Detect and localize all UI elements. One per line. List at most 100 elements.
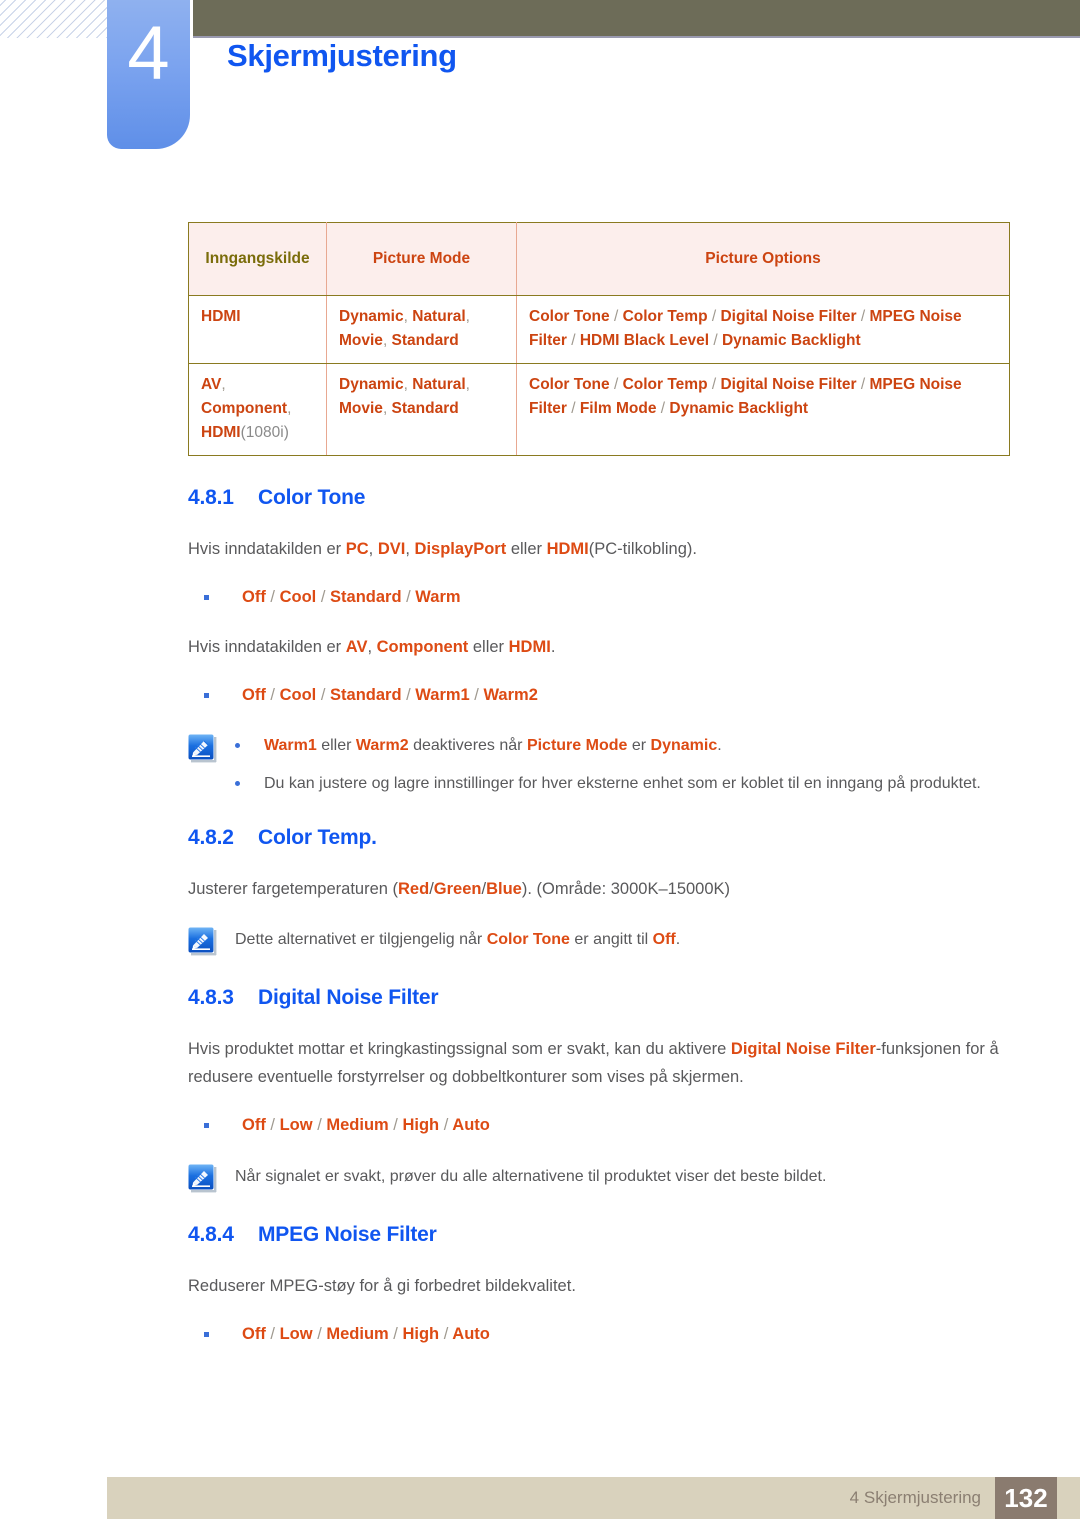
term-dynamic: Dynamic: [650, 737, 718, 755]
square-bullet-icon: [204, 1331, 209, 1337]
cell-picture-options-text: Color Tone / Color Temp / Digital Noise …: [529, 376, 962, 418]
note-pencil-icon: [188, 927, 217, 956]
cell-source: AV, Component, HDMI(1080i): [188, 363, 327, 457]
cell-picture-options-text: Color Tone / Color Temp / Digital Noise …: [529, 308, 962, 350]
term-hdmi: HDMI: [546, 540, 589, 559]
text-frag: (PC-tilkobling).: [588, 540, 697, 559]
text-frag: .: [717, 737, 722, 755]
cell-picture-mode-text: Dynamic, Natural, Movie, Standard: [339, 308, 470, 350]
term-green: Green: [433, 880, 482, 899]
paragraph-482: Justerer fargetemperaturen (Red/Green/Bl…: [188, 876, 1010, 903]
page-content: Inngangskilde Picture Mode Picture Optio…: [188, 222, 1010, 1371]
term-red: Red: [398, 880, 430, 899]
note-line: Warm1 eller Warm2 deaktiveres når Pictur…: [235, 733, 1010, 759]
text-frag: deaktiveres når: [408, 737, 527, 755]
cell-picture-options: Color Tone / Color Temp / Digital Noise …: [516, 363, 1010, 457]
text-frag: er: [627, 737, 651, 755]
text-frag: .: [675, 931, 681, 949]
text-frag: Justerer fargetemperaturen (: [188, 880, 399, 899]
term-digital-noise-filter: Digital Noise Filter: [730, 1040, 876, 1059]
page-footer: 4 Skjermjustering 132: [107, 1477, 1080, 1519]
bullet-item: Off / Cool / Standard / Warm1 / Warm2: [188, 683, 1010, 708]
note-line: Du kan justere og lagre innstillinger fo…: [235, 771, 1010, 797]
bullet-item: Off / Low / Medium / High / Auto: [188, 1113, 1010, 1138]
table-header-source: Inngangskilde: [188, 222, 327, 296]
text-frag: eller: [506, 540, 547, 559]
section-number-482: 4.8.2: [188, 826, 234, 850]
text-frag: ,: [405, 540, 415, 559]
term-warm1: Warm1: [264, 737, 317, 755]
term-off: Off: [652, 931, 676, 949]
section-number-481: 4.8.1: [188, 486, 234, 510]
paragraph-483: Hvis produktet mottar et kringkastingssi…: [188, 1036, 1010, 1090]
term-hdmi: HDMI: [508, 638, 551, 657]
note-pencil-icon: [188, 734, 217, 763]
text-frag: eller: [316, 737, 356, 755]
text-frag: Hvis produktet mottar et kringkastingssi…: [188, 1040, 731, 1059]
square-bullet-icon: [204, 595, 209, 601]
note-text: Når signalet er svakt, prøver du alle al…: [235, 1167, 827, 1185]
section-title-481: Color Tone: [258, 486, 366, 510]
round-bullet-icon: [235, 780, 240, 786]
text-frag: ,: [368, 540, 378, 559]
text-frag: ). (Område: 3000K–15000K): [521, 880, 731, 899]
bullet-label: Off / Low / Medium / High / Auto: [242, 1324, 490, 1343]
cell-source-suffix: (1080i): [240, 424, 289, 442]
square-bullet-icon: [204, 693, 209, 699]
note-pencil-icon: [188, 1164, 217, 1193]
chapter-number-block: 4: [107, 0, 190, 149]
footer-chapter-label: 4 Skjermjustering: [849, 1488, 981, 1507]
cell-source-text: HDMI: [201, 308, 241, 325]
cell-picture-mode: Dynamic, Natural, Movie, Standard: [326, 363, 517, 457]
section-heading-482: 4.8.2 Color Temp.: [188, 826, 1010, 850]
section-title-483: Digital Noise Filter: [258, 986, 439, 1010]
chapter-number: 4: [127, 11, 170, 96]
term-picture-mode: Picture Mode: [526, 737, 628, 755]
cell-picture-mode: Dynamic, Natural, Movie, Standard: [326, 294, 517, 365]
text-frag: Dette alternativet er tilgjengelig når: [235, 931, 487, 949]
note-text: Du kan justere og lagre innstillinger fo…: [264, 774, 981, 792]
section-title-484: MPEG Noise Filter: [258, 1222, 437, 1246]
cell-picture-mode-text: Dynamic, Natural, Movie, Standard: [339, 376, 470, 418]
section-heading-483: 4.8.3 Digital Noise Filter: [188, 986, 1010, 1010]
term-displayport: DisplayPort: [414, 540, 507, 559]
bullet-label: Off / Cool / Standard / Warm1 / Warm2: [242, 686, 538, 705]
table-row: HDMI Dynamic, Natural, Movie, Standard C…: [188, 294, 1010, 365]
term-color-tone: Color Tone: [486, 931, 570, 949]
page-title: Skjermjustering: [227, 38, 457, 73]
section-number-484: 4.8.4: [188, 1222, 234, 1246]
note-block-482: Dette alternativet er tilgjengelig når C…: [188, 925, 1010, 956]
cell-source: HDMI: [188, 294, 327, 365]
section-heading-484: 4.8.4 MPEG Noise Filter: [188, 1223, 1010, 1247]
term-dvi: DVI: [377, 540, 406, 559]
paragraph-484: Reduserer MPEG-støy for å gi forbedret b…: [188, 1276, 576, 1295]
bullet-item: Off / Low / Medium / High / Auto: [188, 1322, 1010, 1347]
section-number-483: 4.8.3: [188, 986, 234, 1010]
text-frag: Hvis inndatakilden er: [188, 540, 346, 559]
bullet-label: Off / Cool / Standard / Warm: [242, 588, 461, 607]
header-olive-bar: [193, 0, 1080, 36]
term-component: Component: [376, 638, 469, 657]
text-frag: Hvis inndatakilden er: [188, 638, 346, 657]
table-row: AV, Component, HDMI(1080i) Dynamic, Natu…: [188, 363, 1010, 457]
picture-options-table: Inngangskilde Picture Mode Picture Optio…: [188, 222, 1010, 457]
note-text: Dette alternativet er tilgjengelig når C…: [235, 925, 680, 953]
text-frag: er angitt til: [569, 931, 653, 949]
table-header-picture-options: Picture Options: [516, 222, 1010, 296]
paragraph-481-1: Hvis inndatakilden er PC, DVI, DisplayPo…: [188, 536, 1010, 563]
section-heading-481: 4.8.1 Color Tone: [188, 486, 1010, 510]
term-blue: Blue: [486, 880, 522, 899]
square-bullet-icon: [204, 1122, 209, 1128]
text-frag: .: [550, 638, 556, 657]
section-title-482: Color Temp.: [258, 826, 377, 850]
note-text: Warm1 eller Warm2 deaktiveres når Pictur…: [264, 733, 722, 759]
round-bullet-icon: [235, 743, 240, 749]
term-av: AV: [345, 638, 368, 657]
paragraph-481-2: Hvis inndatakilden er AV, Component elle…: [188, 634, 1010, 661]
text-frag: eller: [468, 638, 509, 657]
corner-hatch-decoration: [0, 0, 107, 38]
term-warm2: Warm2: [355, 737, 409, 755]
bullet-label: Off / Low / Medium / High / Auto: [242, 1115, 490, 1134]
cell-picture-options: Color Tone / Color Temp / Digital Noise …: [516, 294, 1010, 365]
text-frag: ,: [367, 638, 377, 657]
